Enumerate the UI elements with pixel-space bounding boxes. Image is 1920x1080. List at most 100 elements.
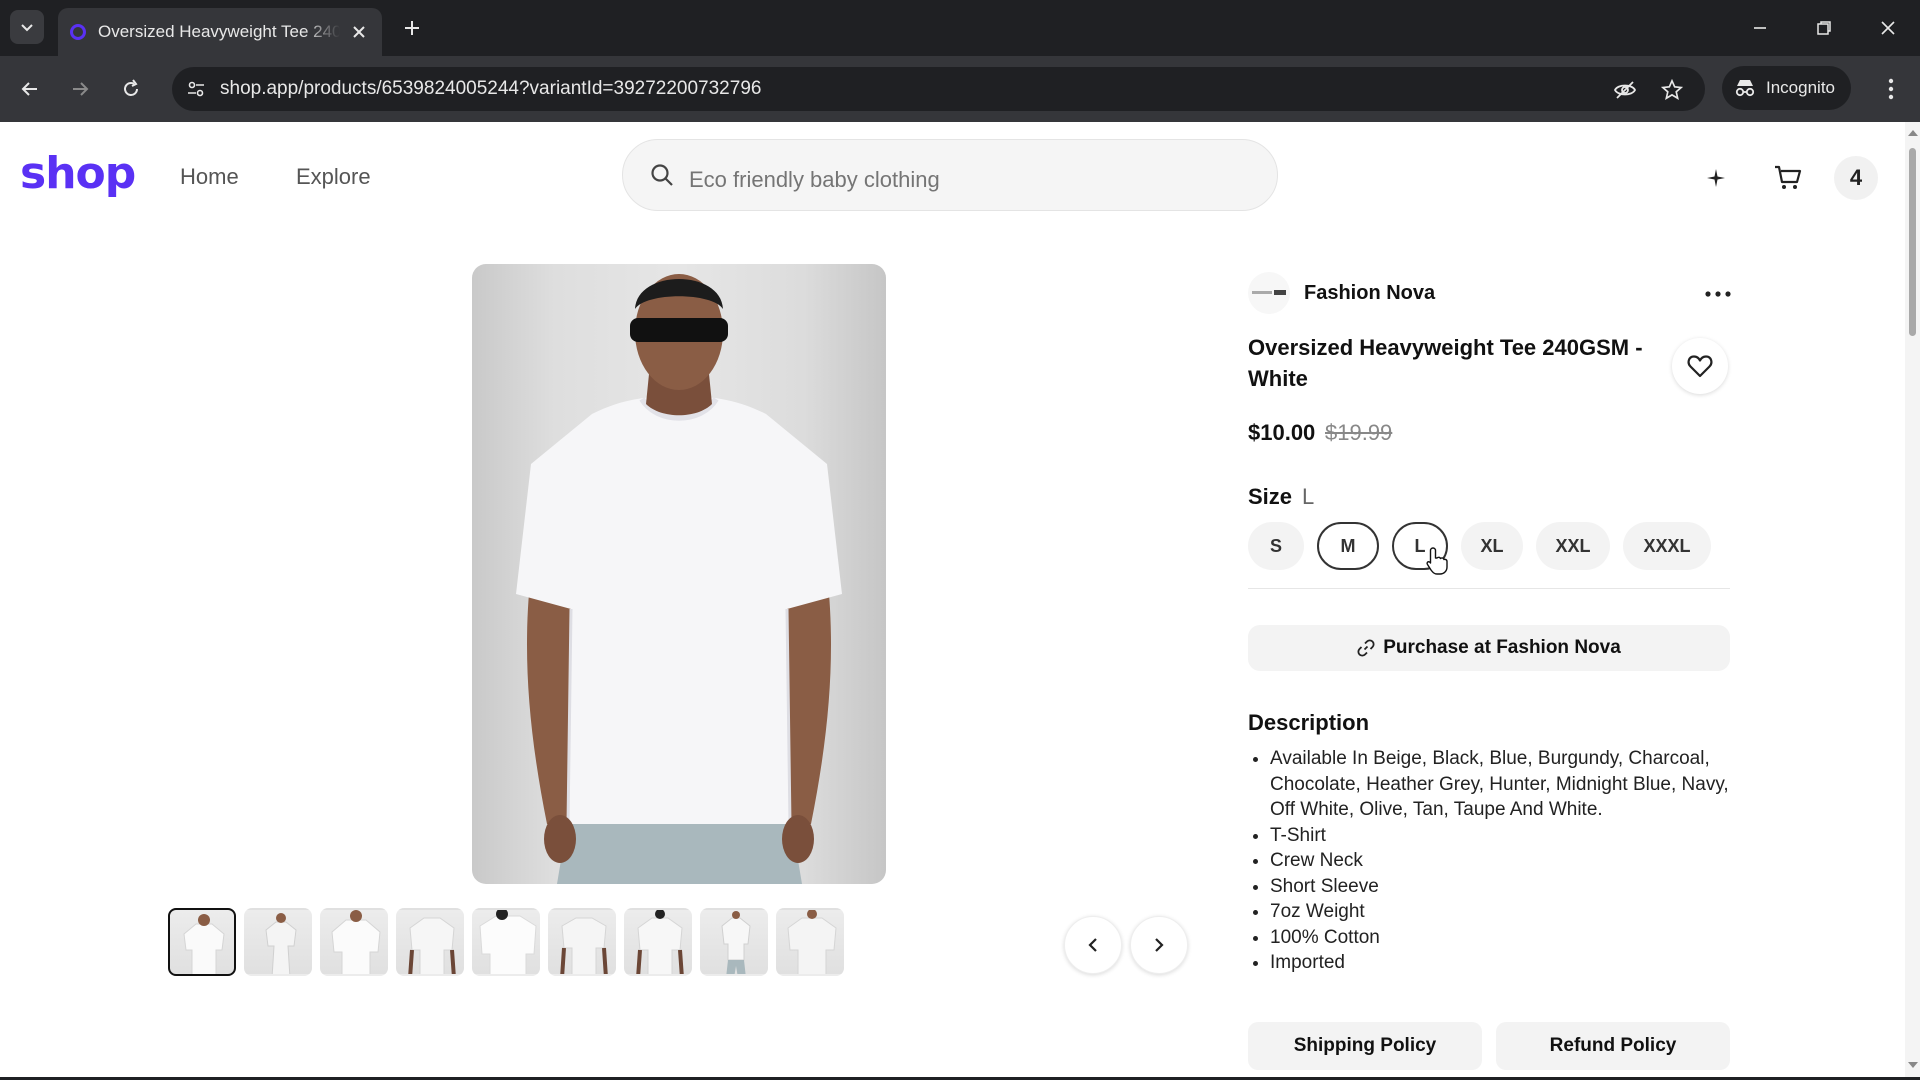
merchant-name[interactable]: Fashion Nova bbox=[1304, 282, 1435, 305]
merchant-info[interactable]: Fashion Nova bbox=[1248, 272, 1435, 314]
restore-window-button[interactable] bbox=[1804, 10, 1844, 46]
scroll-down-arrow-icon[interactable] bbox=[1908, 1062, 1918, 1068]
search-icon bbox=[651, 164, 673, 186]
chevron-left-icon bbox=[1088, 938, 1097, 952]
page-content: shop Home Explore 4 bbox=[0, 122, 1905, 1077]
purchase-button[interactable]: Purchase at Fashion Nova bbox=[1248, 625, 1730, 671]
more-vertical-icon bbox=[1888, 78, 1894, 100]
description-list: Available In Beige, Black, Blue, Burgund… bbox=[1270, 746, 1732, 976]
description-item: 7oz Weight bbox=[1270, 899, 1732, 925]
shop-logo[interactable]: shop bbox=[20, 148, 136, 199]
thumbnail-6[interactable] bbox=[548, 908, 616, 976]
size-option-m[interactable]: M bbox=[1317, 522, 1379, 570]
thumbnail-4[interactable] bbox=[396, 908, 464, 976]
thumbnail-5[interactable] bbox=[472, 908, 540, 976]
refund-policy-button[interactable]: Refund Policy bbox=[1496, 1022, 1730, 1070]
reload-icon bbox=[124, 79, 138, 96]
incognito-indicator[interactable]: Incognito bbox=[1722, 66, 1851, 110]
shipping-policy-button[interactable]: Shipping Policy bbox=[1248, 1022, 1482, 1070]
heart-icon bbox=[1687, 355, 1713, 378]
search-bar[interactable] bbox=[622, 139, 1278, 211]
size-option-xl[interactable]: XL bbox=[1461, 522, 1523, 570]
scroll-up-arrow-icon[interactable] bbox=[1908, 130, 1918, 136]
description-item: Crew Neck bbox=[1270, 848, 1732, 874]
shop-ai-button[interactable] bbox=[1694, 156, 1738, 200]
arrow-right-icon bbox=[73, 82, 89, 96]
link-icon bbox=[1357, 639, 1375, 657]
previous-image-button[interactable] bbox=[1064, 916, 1122, 974]
reload-button[interactable] bbox=[114, 72, 148, 106]
shop-favicon-icon bbox=[70, 24, 86, 40]
arrow-left-icon bbox=[21, 82, 37, 96]
tracking-protection-button[interactable] bbox=[1610, 75, 1640, 105]
fashion-nova-logo-icon bbox=[1252, 290, 1286, 295]
thumbnail-8[interactable] bbox=[700, 908, 768, 976]
description-item: T-Shirt bbox=[1270, 823, 1732, 849]
hand-cursor-icon bbox=[1426, 547, 1448, 575]
tab-title: Oversized Heavyweight Tee 240GSM - White bbox=[98, 22, 340, 41]
merchant-logo bbox=[1248, 272, 1290, 314]
next-image-button[interactable] bbox=[1130, 916, 1188, 974]
description-item: Short Sleeve bbox=[1270, 874, 1732, 900]
user-avatar[interactable]: 4 bbox=[1834, 156, 1878, 200]
size-option-xxxl[interactable]: XXXL bbox=[1623, 522, 1711, 570]
product-photo-illustration bbox=[516, 274, 842, 884]
close-icon bbox=[353, 26, 365, 38]
size-selector: S M L XL XXL XXXL bbox=[1248, 522, 1711, 570]
search-input[interactable] bbox=[689, 144, 1019, 208]
restore-icon bbox=[1817, 21, 1831, 35]
selected-size-value: L bbox=[1302, 484, 1315, 509]
tune-icon bbox=[188, 81, 204, 97]
incognito-label: Incognito bbox=[1766, 78, 1835, 97]
size-option-xxl[interactable]: XXL bbox=[1536, 522, 1610, 570]
cart-button[interactable] bbox=[1766, 156, 1810, 200]
nav-explore-link[interactable]: Explore bbox=[296, 164, 371, 190]
browser-tab-active[interactable]: Oversized Heavyweight Tee 240GSM - White bbox=[58, 8, 382, 56]
favorite-button[interactable] bbox=[1672, 338, 1728, 394]
minimize-window-button[interactable] bbox=[1740, 10, 1780, 46]
new-tab-button[interactable] bbox=[398, 14, 426, 42]
close-icon bbox=[1881, 21, 1895, 35]
scrollbar-thumb[interactable] bbox=[1909, 148, 1916, 336]
section-divider bbox=[1248, 588, 1730, 589]
bookmark-button[interactable] bbox=[1657, 75, 1687, 105]
size-label: Size bbox=[1248, 484, 1293, 509]
sale-price: $10.00 bbox=[1248, 420, 1316, 445]
back-button[interactable] bbox=[13, 72, 47, 106]
more-horizontal-icon bbox=[1705, 291, 1731, 297]
site-info-button[interactable] bbox=[180, 73, 212, 105]
tab-search-button[interactable] bbox=[10, 10, 44, 44]
compare-at-price: $19.99 bbox=[1325, 420, 1393, 445]
more-options-button[interactable] bbox=[1696, 272, 1740, 316]
forward-button[interactable] bbox=[63, 72, 97, 106]
browser-toolbar: shop.app/products/6539824005244?variantI… bbox=[0, 56, 1920, 122]
nav-home-link[interactable]: Home bbox=[180, 164, 239, 190]
description-item: Imported bbox=[1270, 950, 1732, 976]
page-scrollbar[interactable] bbox=[1905, 122, 1920, 1077]
description-item: 100% Cotton bbox=[1270, 925, 1732, 951]
purchase-button-label: Purchase at Fashion Nova bbox=[1383, 637, 1621, 658]
close-window-button[interactable] bbox=[1868, 10, 1908, 46]
thumbnail-1[interactable] bbox=[168, 908, 236, 976]
description-heading: Description bbox=[1248, 710, 1370, 735]
thumbnail-2[interactable] bbox=[244, 908, 312, 976]
incognito-icon bbox=[1735, 80, 1755, 97]
eye-off-icon bbox=[1613, 81, 1637, 99]
chevron-down-icon bbox=[21, 24, 33, 32]
cart-icon bbox=[1775, 165, 1802, 189]
description-item: Available In Beige, Black, Blue, Burgund… bbox=[1270, 746, 1732, 823]
product-title: Oversized Heavyweight Tee 240GSM - White bbox=[1248, 335, 1643, 391]
thumbnail-strip bbox=[168, 908, 844, 976]
url-text[interactable]: shop.app/products/6539824005244?variantI… bbox=[220, 78, 761, 100]
thumbnail-3[interactable] bbox=[320, 908, 388, 976]
product-main-image[interactable] bbox=[472, 264, 886, 884]
close-tab-button[interactable] bbox=[348, 21, 370, 43]
sparkle-icon bbox=[1707, 169, 1725, 187]
thumbnail-7[interactable] bbox=[624, 908, 692, 976]
star-icon bbox=[1661, 79, 1683, 100]
chevron-right-icon bbox=[1155, 938, 1164, 952]
thumbnail-9[interactable] bbox=[776, 908, 844, 976]
address-bar[interactable]: shop.app/products/6539824005244?variantI… bbox=[172, 67, 1705, 111]
browser-menu-button[interactable] bbox=[1876, 72, 1906, 106]
size-option-s[interactable]: S bbox=[1248, 522, 1304, 570]
